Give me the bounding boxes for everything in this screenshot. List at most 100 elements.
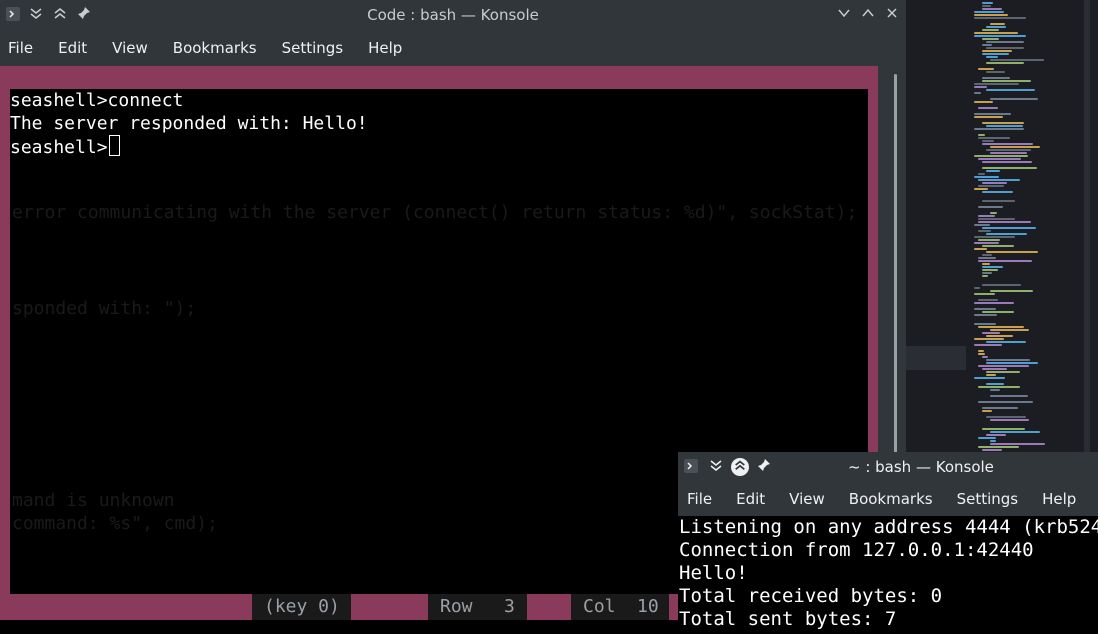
status-block bbox=[351, 596, 428, 618]
minimap-code-line bbox=[982, 266, 1003, 268]
minimap-code-line bbox=[982, 368, 1007, 370]
window-title: ~ : bash — Konsole bbox=[848, 458, 994, 476]
minimap-code-line bbox=[978, 260, 1032, 262]
minimap-code-line bbox=[974, 344, 1002, 346]
menu-help[interactable]: Help bbox=[1042, 490, 1076, 508]
minimap-code-line bbox=[986, 362, 1038, 364]
menu-file[interactable]: File bbox=[8, 39, 33, 57]
chevron-down-icon[interactable] bbox=[835, 6, 853, 24]
minimap-code-line bbox=[978, 68, 994, 70]
main-titlebar[interactable]: Code : bash — Konsole bbox=[0, 0, 906, 30]
ghost-line: sponded with: "); bbox=[12, 298, 197, 319]
text-cursor bbox=[108, 135, 120, 156]
editor-current-line bbox=[906, 346, 966, 370]
ghost-line: mand is unknown bbox=[12, 490, 175, 511]
minimap-code-line bbox=[986, 371, 1020, 373]
konsole-icon[interactable] bbox=[682, 458, 700, 476]
terminal-prompt-line: seashell> bbox=[10, 135, 120, 159]
window-title: Code : bash — Konsole bbox=[367, 6, 539, 24]
chevron-up-icon[interactable] bbox=[859, 6, 877, 24]
minimap-code-line bbox=[986, 251, 1038, 253]
minimap-code-line bbox=[978, 365, 1029, 367]
minimap-code-line bbox=[974, 338, 1004, 340]
minimap-code-line bbox=[982, 449, 1002, 451]
terminal-line: Total received bytes: 0 bbox=[679, 585, 943, 607]
minimap-code-line bbox=[974, 314, 997, 316]
menu-view[interactable]: View bbox=[789, 490, 825, 508]
small-menubar: File Edit View Bookmarks Settings Help bbox=[678, 482, 1098, 515]
minimap-code-line bbox=[978, 185, 1004, 187]
editor-minimap[interactable] bbox=[966, 0, 1086, 460]
menu-file[interactable]: File bbox=[687, 490, 712, 508]
status-row-label: Row 3 bbox=[428, 594, 527, 620]
row-label: Row bbox=[440, 596, 473, 617]
small-terminal-screen[interactable]: Listening on any address 4444 (krb524) C… bbox=[678, 516, 1098, 634]
minimap-code-line bbox=[986, 26, 1006, 28]
menu-edit[interactable]: Edit bbox=[736, 490, 765, 508]
minimap-code-line bbox=[974, 116, 1003, 118]
minimap-code-line bbox=[974, 17, 1026, 19]
minimap-code-line bbox=[990, 290, 1033, 292]
minimap-code-line bbox=[974, 155, 1028, 157]
minimap-code-line bbox=[974, 101, 993, 103]
minimap-code-line bbox=[982, 356, 988, 358]
menu-bookmarks[interactable]: Bookmarks bbox=[849, 490, 933, 508]
menu-settings[interactable]: Settings bbox=[282, 39, 344, 57]
minimap-code-line bbox=[986, 125, 1023, 127]
menu-view[interactable]: View bbox=[112, 39, 148, 57]
col-label: Col bbox=[583, 596, 616, 617]
minimap-code-line bbox=[978, 401, 1033, 403]
minimap-code-line bbox=[986, 233, 1027, 235]
minimap-code-line bbox=[982, 140, 994, 142]
double-chevron-up-icon[interactable] bbox=[731, 458, 749, 476]
minimap-code-line bbox=[978, 437, 996, 439]
minimap-code-line bbox=[978, 239, 1000, 241]
small-konsole-window: ~ : bash — Konsole File Edit View Bookma… bbox=[678, 452, 1098, 634]
small-titlebar[interactable]: ~ : bash — Konsole bbox=[678, 452, 1098, 482]
minimap-code-line bbox=[982, 5, 991, 7]
minimap-code-line bbox=[986, 374, 996, 376]
minimap-code-line bbox=[982, 332, 1000, 334]
pin-icon[interactable] bbox=[755, 458, 773, 476]
double-chevron-down-icon[interactable] bbox=[707, 458, 725, 476]
minimap-code-line bbox=[978, 158, 1021, 160]
minimap-code-line bbox=[982, 269, 998, 271]
minimap-code-line bbox=[974, 287, 980, 289]
minimap-code-line bbox=[978, 230, 991, 232]
menu-settings[interactable]: Settings bbox=[957, 490, 1019, 508]
terminal-line: The server responded with: Hello! bbox=[10, 113, 368, 134]
status-block bbox=[669, 596, 678, 618]
minimap-code-line bbox=[982, 80, 1031, 82]
minimap-code-line bbox=[978, 299, 998, 301]
minimap-code-line bbox=[974, 242, 999, 244]
menu-help[interactable]: Help bbox=[368, 39, 402, 57]
minimap-code-line bbox=[990, 443, 1045, 445]
minimap-code-line bbox=[974, 14, 1008, 16]
terminal-line: Total sent bytes: 7 bbox=[679, 608, 897, 630]
minimap-code-line bbox=[974, 11, 1004, 13]
minimap-code-line bbox=[990, 59, 1044, 61]
menu-edit[interactable]: Edit bbox=[58, 39, 87, 57]
minimap-code-line bbox=[982, 410, 992, 412]
minimap-code-line bbox=[990, 152, 1027, 154]
main-menubar: File Edit View Bookmarks Settings Help bbox=[0, 30, 906, 66]
close-icon[interactable] bbox=[883, 6, 901, 24]
minimap-code-line bbox=[978, 179, 1020, 181]
minimap-code-line bbox=[990, 23, 1005, 25]
menu-bookmarks[interactable]: Bookmarks bbox=[173, 39, 257, 57]
minimap-code-line bbox=[982, 254, 992, 256]
minimap-code-line bbox=[982, 200, 1015, 202]
editor-scrollbar[interactable] bbox=[1084, 0, 1090, 460]
minimap-code-line bbox=[982, 167, 1037, 169]
minimap-code-line bbox=[978, 206, 1003, 208]
minimap-code-line bbox=[974, 86, 987, 88]
minimap-code-line bbox=[986, 383, 1004, 385]
minimap-code-line bbox=[990, 329, 1029, 331]
minimap-code-line bbox=[978, 353, 985, 355]
minimap-code-line bbox=[982, 263, 990, 265]
terminal-line: Connection from 127.0.0.1:42440 bbox=[679, 539, 1034, 561]
minimap-code-line bbox=[982, 29, 999, 31]
minimap-code-line bbox=[974, 236, 1015, 238]
ghost-line: command: %s", cmd); bbox=[12, 513, 218, 534]
col-value: 10 bbox=[637, 596, 659, 617]
